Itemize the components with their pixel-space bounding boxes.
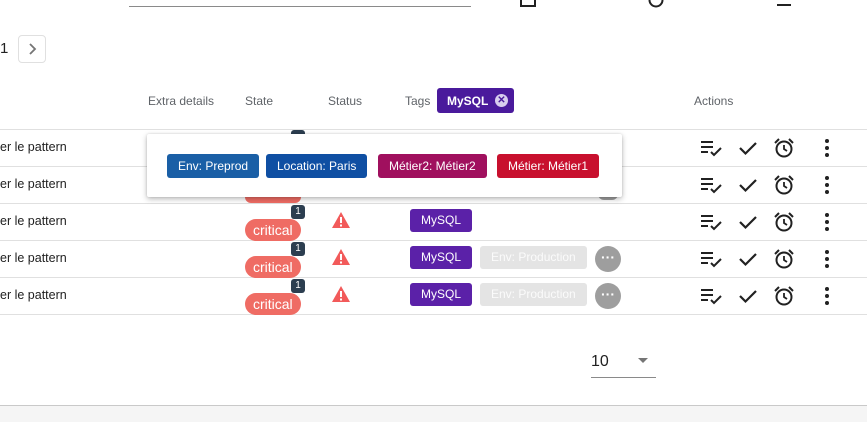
more-vert-icon[interactable] <box>816 285 838 307</box>
dropdown-arrow-icon[interactable] <box>638 358 648 363</box>
tags-popover: Env: Preprod Location: Paris Métier2: Mé… <box>147 134 622 197</box>
more-vert-icon[interactable] <box>816 211 838 233</box>
more-vert-icon[interactable] <box>816 248 838 270</box>
search-input-underline[interactable] <box>129 6 471 7</box>
severity-count-badge: 1 <box>291 242 305 256</box>
severity-count-badge: 1 <box>291 205 305 219</box>
row-title[interactable]: er le pattern <box>0 251 67 265</box>
remove-filter-icon[interactable]: ✕ <box>495 94 508 107</box>
more-vert-icon[interactable] <box>816 174 838 196</box>
alarm-clock-icon[interactable] <box>773 285 795 307</box>
page-size-value[interactable]: 10 <box>591 353 609 371</box>
tag-chip-env[interactable]: Env: Production <box>480 283 587 306</box>
popover-tag-chip[interactable]: Métier2: Métier2 <box>378 154 487 178</box>
acknowledge-list-icon[interactable] <box>700 248 722 270</box>
tag-chip-mysql[interactable]: MySQL <box>410 283 473 306</box>
popover-tag-chip[interactable]: Métier: Métier1 <box>497 154 600 178</box>
check-icon[interactable] <box>737 174 759 196</box>
tag-chip-mysql[interactable]: MySQL <box>410 246 473 269</box>
next-page-button[interactable] <box>18 35 46 63</box>
warning-icon <box>332 286 350 302</box>
alarm-clock-icon[interactable] <box>773 137 795 159</box>
acknowledge-list-icon[interactable] <box>700 285 722 307</box>
column-header-extra-details[interactable]: Extra details <box>148 94 214 108</box>
severity-count-badge: 1 <box>291 279 305 293</box>
row-divider <box>0 314 867 315</box>
table-row[interactable]: er le pattern critical 1 MySQL Env: Product… <box>0 277 867 315</box>
row-title[interactable]: er le pattern <box>0 177 67 191</box>
table-row[interactable]: er le pattern critical 1 MySQL Env: Product… <box>0 240 867 278</box>
acknowledge-list-icon[interactable] <box>700 211 722 233</box>
severity-pill: critical <box>245 256 301 278</box>
warning-icon <box>332 212 350 228</box>
severity-pill: critical <box>245 293 301 315</box>
row-title[interactable]: er le pattern <box>0 288 67 302</box>
alarm-clock-icon[interactable] <box>773 211 795 233</box>
page-size-underline <box>591 377 656 378</box>
table-row[interactable]: er le pattern critical 1 MySQL <box>0 203 867 241</box>
column-header-tags: Tags <box>405 94 431 108</box>
calendar-icon[interactable] <box>520 0 536 8</box>
acknowledge-list-icon[interactable] <box>700 174 722 196</box>
popover-tag-chip[interactable]: Location: Paris <box>266 154 368 178</box>
acknowledge-list-icon[interactable] <box>700 137 722 159</box>
popover-tag-chip[interactable]: Env: Preprod <box>167 154 260 178</box>
column-header-actions: Actions <box>694 94 734 108</box>
more-tags-button[interactable]: ··· <box>595 246 621 272</box>
check-icon[interactable] <box>737 137 759 159</box>
chevron-right-icon <box>29 43 37 55</box>
alarm-clock-icon[interactable] <box>773 248 795 270</box>
row-title[interactable]: er le pattern <box>0 214 67 228</box>
clock-icon[interactable] <box>648 0 664 8</box>
severity-pill: critical <box>245 219 301 241</box>
column-header-state[interactable]: State <box>245 94 273 108</box>
tag-filter-chip[interactable]: MySQL ✕ <box>437 88 514 113</box>
check-icon[interactable] <box>737 211 759 233</box>
more-vert-icon[interactable] <box>816 137 838 159</box>
menu-icon[interactable] <box>776 0 792 8</box>
footer-band <box>0 405 867 422</box>
column-header-status[interactable]: Status <box>328 94 362 108</box>
severity-pill-peek <box>245 196 301 203</box>
row-title[interactable]: er le pattern <box>0 140 67 154</box>
current-page-number[interactable]: 1 <box>0 40 8 57</box>
check-icon[interactable] <box>737 248 759 270</box>
alarm-clock-icon[interactable] <box>773 174 795 196</box>
check-icon[interactable] <box>737 285 759 307</box>
tag-chip-mysql[interactable]: MySQL <box>410 209 473 232</box>
more-tags-button[interactable]: ··· <box>595 283 621 309</box>
tag-filter-label: MySQL <box>447 93 489 108</box>
warning-icon <box>332 249 350 265</box>
tag-chip-env[interactable]: Env: Production <box>480 246 587 269</box>
